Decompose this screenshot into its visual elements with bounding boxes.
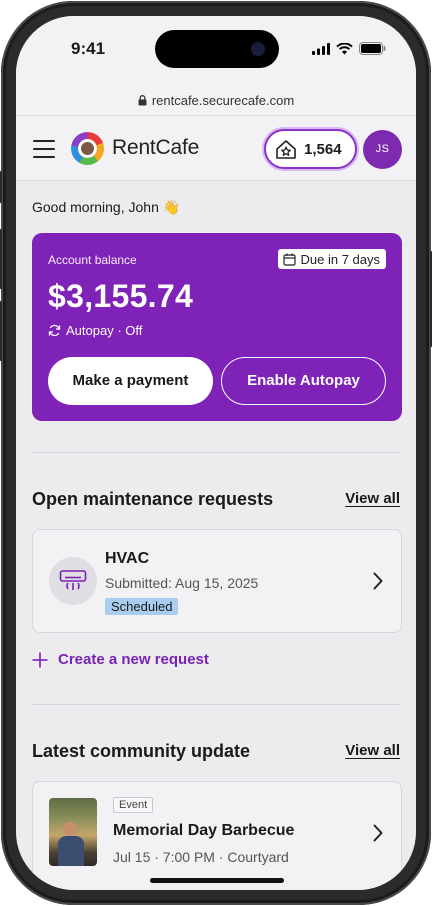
- action-button: [0, 171, 2, 203]
- points-count: 1,564: [304, 140, 342, 158]
- maintenance-section-title: Open maintenance requests: [32, 489, 274, 509]
- maintenance-view-all-link[interactable]: View all: [345, 490, 400, 507]
- request-submitted-date: Submitted: Aug 15, 2025: [105, 575, 259, 591]
- battery-icon: [359, 42, 386, 55]
- volume-down-button: [0, 301, 2, 361]
- plus-icon: [32, 652, 48, 667]
- autopay-text: Autopay · Off: [66, 323, 143, 338]
- refresh-icon: [48, 324, 61, 337]
- status-badge: Scheduled: [105, 598, 179, 615]
- enable-autopay-button[interactable]: Enable Autopay: [221, 357, 386, 405]
- chevron-right-icon: [373, 572, 383, 590]
- event-thumbnail-image: [49, 798, 97, 866]
- rentcafe-logo: [71, 132, 104, 165]
- signal-icon: [312, 42, 330, 55]
- greeting-text: Good morning, John 👋: [32, 199, 181, 215]
- create-request-link[interactable]: Create a new request: [32, 651, 209, 668]
- balance-label: Account balance: [48, 253, 137, 267]
- app-header: RentCafe 1,564 JS: [16, 116, 416, 181]
- air-conditioner-icon: [49, 557, 97, 605]
- screen: 9:41 rentcafe.securecafe.com RentCafe 1,…: [16, 16, 416, 890]
- request-title: HVAC: [105, 550, 150, 567]
- create-request-label: Create a new request: [58, 651, 209, 668]
- community-update-card[interactable]: Event Memorial Day Barbecue Jul 15 · 7:0…: [32, 781, 402, 890]
- menu-icon[interactable]: [33, 140, 55, 158]
- autopay-status: Autopay · Off: [48, 323, 142, 338]
- avatar[interactable]: JS: [363, 130, 402, 169]
- event-tag: Event: [113, 797, 154, 813]
- section-divider: [32, 704, 400, 705]
- community-view-all-link[interactable]: View all: [345, 742, 400, 759]
- calendar-icon: [282, 253, 296, 266]
- phone-frame: 9:41 rentcafe.securecafe.com RentCafe 1,…: [0, 1, 432, 905]
- brand-name: RentCafe: [112, 136, 200, 159]
- url-text: rentcafe.securecafe.com: [151, 93, 295, 108]
- due-badge: Due in 7 days: [277, 249, 386, 269]
- maintenance-request-card[interactable]: HVAC Submitted: Aug 15, 2025 Scheduled: [32, 529, 402, 633]
- lock-icon: [138, 95, 147, 106]
- chevron-right-icon: [373, 824, 383, 842]
- balance-amount: $3,155.74: [48, 278, 194, 314]
- section-divider: [32, 452, 400, 453]
- dynamic-island: [155, 30, 279, 68]
- event-title: Memorial Day Barbecue: [113, 822, 295, 839]
- camera-icon: [251, 42, 265, 56]
- wifi-icon: [336, 42, 353, 54]
- home-indicator[interactable]: [150, 878, 284, 883]
- status-bar: 9:41: [16, 16, 416, 86]
- make-payment-button[interactable]: Make a payment: [48, 357, 213, 405]
- event-details: Jul 15 · 7:00 PM · Courtyard: [113, 849, 289, 865]
- rewards-points-button[interactable]: 1,564: [264, 129, 357, 169]
- browser-url-bar[interactable]: rentcafe.securecafe.com: [16, 86, 416, 116]
- volume-up-button: [0, 229, 2, 289]
- account-balance-card: Account balance Due in 7 days $3,155.74: [32, 233, 402, 421]
- status-time: 9:41: [71, 39, 106, 58]
- due-text: Due in 7 days: [300, 251, 381, 267]
- community-section-title: Latest community update: [32, 741, 251, 761]
- status-icons: [312, 42, 386, 55]
- home-star-icon: [276, 139, 296, 159]
